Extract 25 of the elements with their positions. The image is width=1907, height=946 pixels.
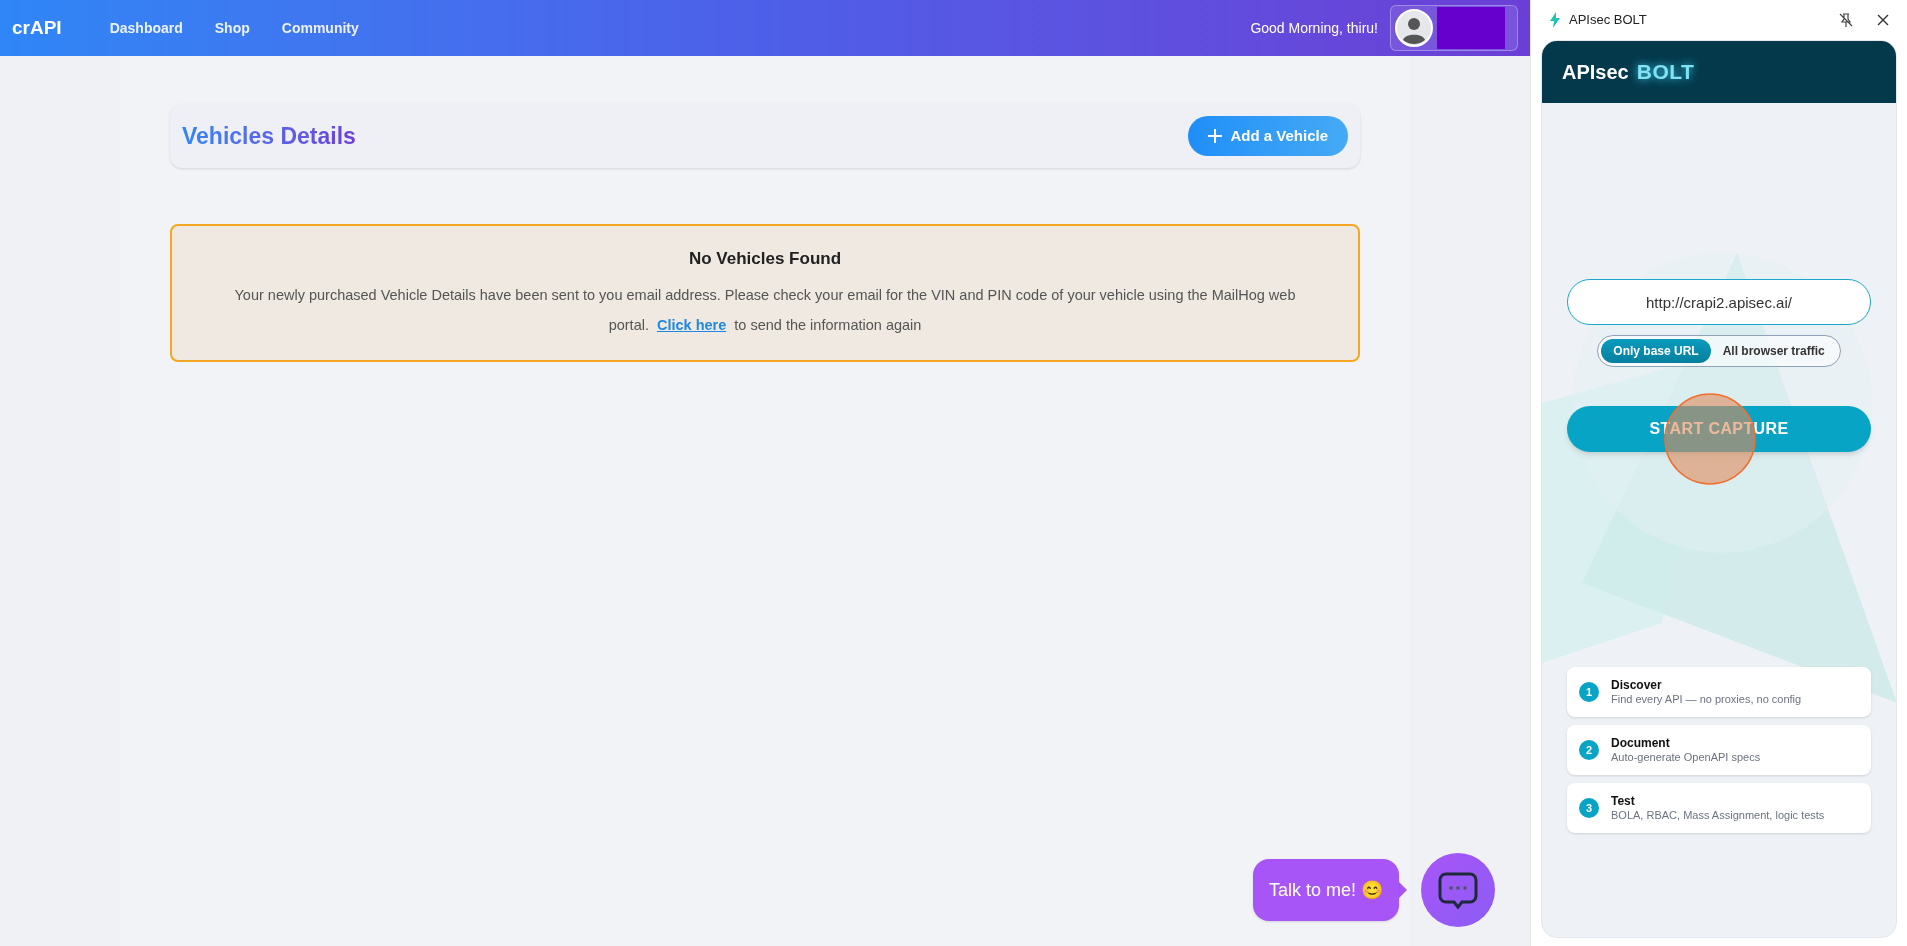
scope-option[interactable]: Only base URL [1601,339,1711,363]
panel-brand: APIsec [1562,60,1629,85]
alert-title: No Vehicles Found [688,248,842,271]
window-title: APIsec BOLT [1569,11,1648,30]
chat-bubble[interactable]: Talk to me! 😊 [1253,859,1400,921]
step-description: Auto-generate OpenAPI specs [1611,750,1761,765]
nav-link[interactable]: Dashboard [109,17,183,39]
step-number: 3 [1579,798,1599,818]
step-title: Document [1611,735,1671,751]
nav-link[interactable]: Community [281,17,359,39]
brand-logo[interactable]: crAPI [12,13,62,43]
resend-link[interactable]: Click here [657,316,727,333]
step-description: Find every API — no proxies, no config [1611,692,1802,707]
step-title: Test [1611,793,1636,809]
step-description: BOLA, RBAC, Mass Assignment, logic tests [1611,808,1825,823]
panel-product-name: BOLT [1636,59,1695,86]
step-title: Discover [1611,677,1663,693]
nav-link[interactable]: Shop [214,17,250,39]
greeting-text: Good Morning, thiru! [1250,18,1378,38]
add-vehicle-button[interactable]: Add a Vehicle [1188,116,1348,156]
url-field[interactable]: http://crapi2.apisec.ai/ [1567,279,1871,325]
step-number: 2 [1579,740,1599,760]
alert-message: Your newly purchased Vehicle Details have been sent to you email address. Please check your email for the VIN and PIN code of your vehicle using the MailHog web portal. Click here to send the information again [233,285,1297,335]
step-number: 1 [1579,682,1599,702]
scope-option[interactable]: All browser traffic [1710,339,1837,363]
